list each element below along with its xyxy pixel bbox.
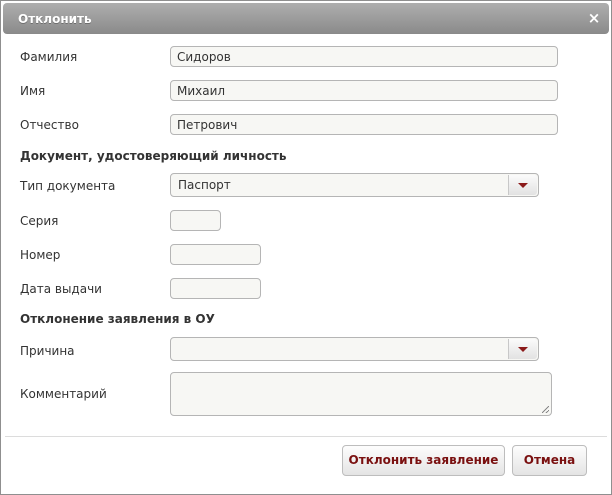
dialog-title: Отклонить	[18, 12, 92, 26]
reason-dropdown-button[interactable]	[508, 339, 537, 359]
dialog-titlebar: Отклонить ×	[3, 3, 609, 34]
series-input[interactable]	[170, 210, 221, 231]
doc-type-select[interactable]: Паспорт	[170, 173, 539, 197]
close-icon[interactable]: ×	[586, 10, 602, 26]
series-label: Серия	[20, 214, 59, 228]
first-name-input[interactable]	[170, 80, 558, 101]
patronymic-input[interactable]	[170, 114, 558, 135]
chevron-down-icon	[518, 183, 528, 188]
reason-label: Причина	[20, 344, 75, 358]
footer-divider	[5, 436, 607, 437]
doc-type-dropdown-button[interactable]	[508, 175, 537, 195]
identity-document-heading: Документ, удостоверяющий личность	[20, 149, 287, 163]
last-name-label: Фамилия	[20, 50, 78, 64]
issue-date-label: Дата выдачи	[20, 282, 102, 296]
reject-dialog: Отклонить × Фамилия Имя Отчество Докумен…	[0, 0, 612, 495]
reject-application-button[interactable]: Отклонить заявление	[342, 445, 505, 476]
doc-type-selected-value: Паспорт	[178, 178, 231, 192]
doc-type-label: Тип документа	[20, 179, 116, 193]
first-name-label: Имя	[20, 84, 46, 98]
resize-grip-icon[interactable]	[542, 406, 549, 413]
number-label: Номер	[20, 248, 61, 262]
number-input[interactable]	[170, 244, 261, 265]
issue-date-input[interactable]	[170, 278, 261, 299]
cancel-button[interactable]: Отмена	[512, 445, 587, 476]
comment-label: Комментарий	[20, 387, 107, 401]
rejection-heading: Отклонение заявления в ОУ	[20, 312, 215, 326]
reason-select[interactable]	[170, 337, 539, 361]
last-name-input[interactable]	[170, 46, 558, 67]
chevron-down-icon	[518, 347, 528, 352]
patronymic-label: Отчество	[20, 118, 79, 132]
comment-textarea[interactable]	[170, 372, 552, 416]
